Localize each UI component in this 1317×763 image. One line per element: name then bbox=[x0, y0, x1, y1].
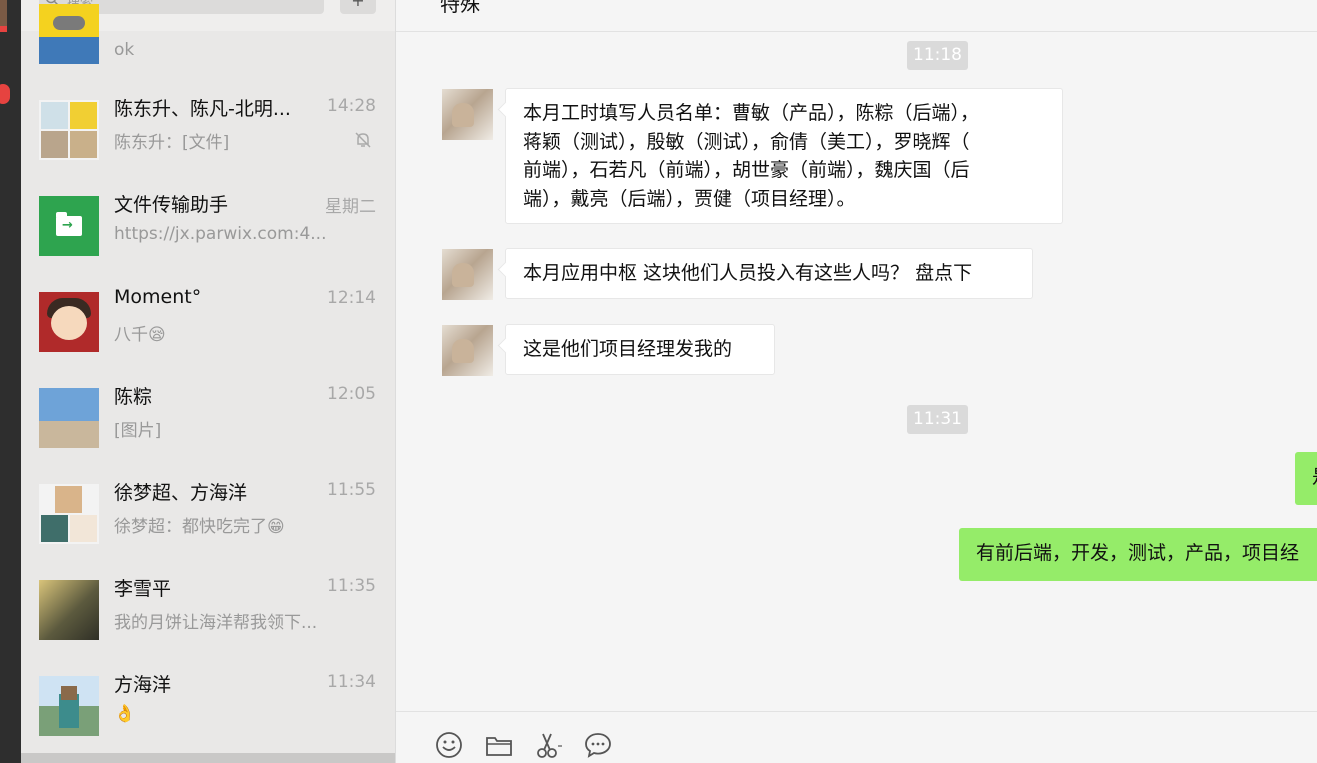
message-line: 这是他们项目经理发我的 bbox=[523, 338, 733, 360]
contact-avatar[interactable] bbox=[442, 249, 493, 300]
chat-bubble-icon[interactable] bbox=[583, 730, 613, 760]
selected-item-edge bbox=[21, 753, 395, 763]
input-divider bbox=[396, 711, 1317, 712]
emoji-icon[interactable] bbox=[434, 730, 464, 760]
conversation-name: 陈东升、陈凡-北明... bbox=[114, 98, 291, 120]
unread-badge bbox=[0, 84, 10, 104]
conversation-item[interactable]: 方海洋 11:34 👌 bbox=[21, 658, 395, 754]
incoming-message[interactable]: 本月应用中枢 这块他们人员投入有这些人吗？ 盘点下 bbox=[505, 248, 1033, 299]
conversation-item[interactable]: 李雪平 11:35 我的月饼让海洋帮我领下... bbox=[21, 562, 395, 658]
message-line: 本月应用中枢 这块他们人员投入有这些人吗？ 盘点下 bbox=[523, 262, 973, 284]
conversation-time: 11:55 bbox=[327, 480, 376, 500]
conversation-preview: [图片] bbox=[114, 421, 162, 441]
conversation-preview: 我的月饼让海洋帮我领下... bbox=[114, 613, 318, 633]
group-avatar-icon bbox=[39, 100, 99, 160]
minion-icon bbox=[39, 4, 99, 64]
conversation-time: 12:05 bbox=[327, 384, 376, 404]
message-line: 本月工时填写人员名单：曹敏（产品），陈粽（后端）， bbox=[523, 102, 980, 124]
conversation-item[interactable]: Moment° 12:14 八千😪 bbox=[21, 274, 395, 370]
conversation-item[interactable]: → 文件传输助手 星期二 https://jx.parwix.com:4... bbox=[21, 178, 395, 274]
message-line: 蒋颖（测试），殷敏（测试），俞倩（美工），罗晓辉（ bbox=[523, 130, 970, 153]
message-timestamp: 11:18 bbox=[907, 41, 968, 70]
road-photo-icon bbox=[39, 580, 99, 640]
contact-avatar[interactable] bbox=[442, 325, 493, 376]
conversation-name: 文件传输助手 bbox=[114, 194, 229, 216]
conversation-time: 星期二 bbox=[325, 197, 376, 217]
conversation-preview: https://jx.parwix.com:4... bbox=[114, 224, 327, 244]
contact-avatar[interactable] bbox=[442, 89, 493, 140]
conversation-preview: 八千😪 bbox=[114, 325, 166, 345]
conversation-name: 方海洋 bbox=[114, 674, 172, 696]
chat-panel: 特殊 11:18 本月工时填写人员名单：曹敏（产品），陈粽（后端）， 蒋颖（测试… bbox=[395, 0, 1317, 763]
conversation-preview: 徐梦超：都快吃完了😁 bbox=[114, 517, 285, 537]
conversation-preview: 陈东升：[文件] bbox=[114, 133, 230, 153]
incoming-message[interactable]: 这是他们项目经理发我的 bbox=[505, 324, 775, 375]
message-line: 前端），石若凡（前端），胡世豪（前端），魏庆国（后 bbox=[523, 159, 970, 181]
scissors-icon[interactable] bbox=[534, 730, 564, 760]
conversation-preview: ok bbox=[114, 40, 135, 60]
conversation-time: 12:14 bbox=[327, 288, 376, 308]
beach-photo-icon bbox=[39, 388, 99, 448]
conversation-item[interactable]: 陈粽 12:05 [图片] bbox=[21, 370, 395, 466]
conversation-item[interactable]: ok bbox=[21, 0, 395, 82]
conversation-name: 陈粽 bbox=[114, 386, 153, 408]
conversation-time: 11:34 bbox=[327, 672, 376, 692]
conversation-list: 搜索 + ok 陈东升、陈凡-北明... 14:28 陈东升：[文件] → 文件… bbox=[21, 0, 395, 763]
conversation-item[interactable]: 徐梦超、方海洋 11:55 徐梦超：都快吃完了😁 bbox=[21, 466, 395, 562]
cartoon-girl-icon bbox=[39, 292, 99, 352]
conversation-name: 李雪平 bbox=[114, 578, 172, 600]
message-line: 端），戴亮（后端），贾健（项目经理）。 bbox=[523, 187, 856, 210]
conversation-name: 徐梦超、方海洋 bbox=[114, 482, 248, 504]
minecraft-avatar-icon bbox=[39, 676, 99, 736]
conversation-preview: 👌 bbox=[114, 704, 136, 724]
avatar-badge bbox=[0, 26, 7, 32]
message-timestamp: 11:31 bbox=[907, 405, 968, 434]
conversation-time: 14:28 bbox=[327, 96, 376, 116]
outgoing-message[interactable]: 是 bbox=[1295, 452, 1317, 505]
chat-header: 特殊 bbox=[396, 0, 1317, 32]
incoming-message[interactable]: 本月工时填写人员名单：曹敏（产品），陈粽（后端）， 蒋颖（测试），殷敏（测试），… bbox=[505, 88, 1063, 224]
app-rail bbox=[0, 0, 21, 763]
file-transfer-icon: → bbox=[39, 196, 99, 256]
group-avatar-icon bbox=[39, 484, 99, 544]
mute-icon bbox=[353, 130, 373, 150]
conversation-name: Moment° bbox=[114, 286, 202, 308]
outgoing-message[interactable]: 有前后端，开发，测试，产品，项目经 bbox=[959, 528, 1317, 581]
folder-icon[interactable] bbox=[484, 730, 514, 760]
conversation-item[interactable]: 陈东升、陈凡-北明... 14:28 陈东升：[文件] bbox=[21, 82, 395, 178]
conversation-time: 11:35 bbox=[327, 576, 376, 596]
chat-title: 特殊 bbox=[440, 0, 480, 16]
